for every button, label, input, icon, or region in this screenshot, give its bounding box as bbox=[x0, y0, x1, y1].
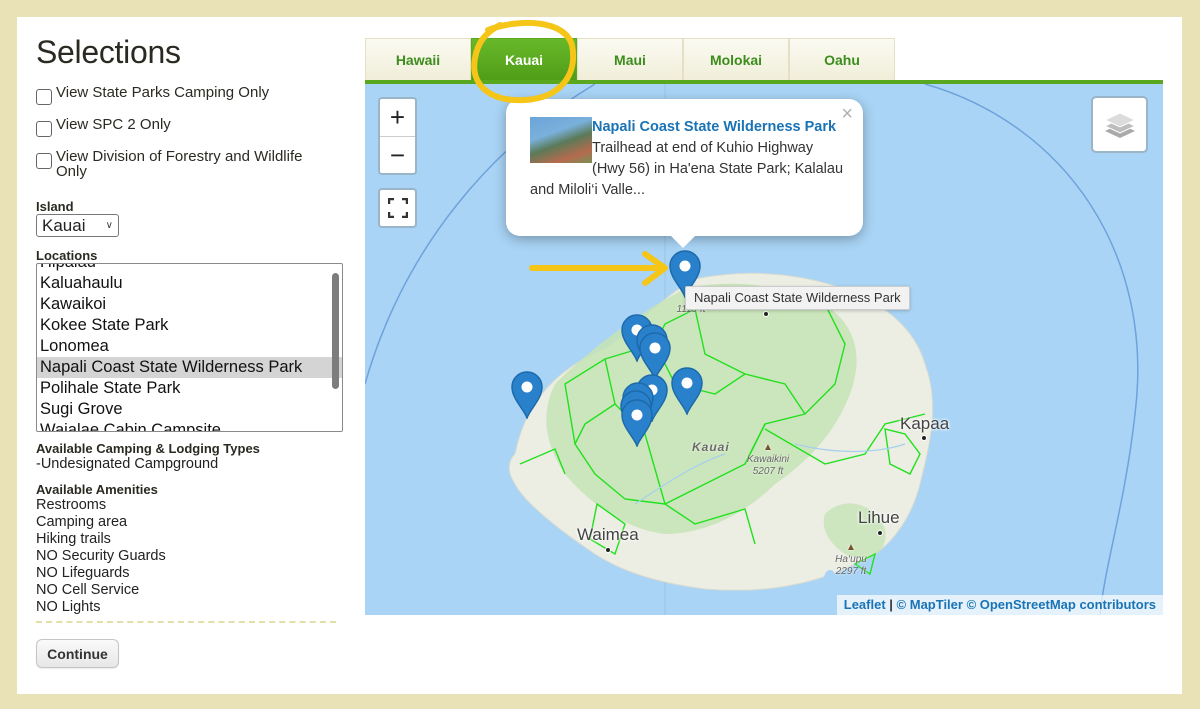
island-select[interactable]: Kauai ∨ bbox=[36, 214, 119, 237]
tab-hawaii[interactable]: Hawaii bbox=[365, 38, 471, 81]
location-option[interactable]: Kawaikoi bbox=[37, 294, 342, 315]
amenity-item: NO Security Guards bbox=[36, 548, 166, 564]
amenity-item: Camping area bbox=[36, 514, 128, 530]
peak-icon: ▲ bbox=[763, 442, 773, 453]
tab-molokai[interactable]: Molokai bbox=[683, 38, 789, 81]
amenities-label: Available Amenities bbox=[36, 482, 158, 497]
page-title: Selections bbox=[36, 34, 181, 70]
location-option[interactable]: Kokee State Park bbox=[37, 315, 342, 336]
forestry-only-checkbox[interactable] bbox=[36, 153, 52, 169]
location-option[interactable]: Kaluahaulu bbox=[37, 273, 342, 294]
location-option[interactable]: Hipalau bbox=[37, 264, 342, 273]
selections-sidebar: Selections View State Parks Camping Only… bbox=[36, 34, 346, 668]
amenity-item: NO Cell Service bbox=[36, 582, 140, 598]
location-option[interactable]: Waialae Cabin Campsite bbox=[37, 420, 342, 431]
tab-oahu[interactable]: Oahu bbox=[789, 38, 895, 81]
zoom-control: + − bbox=[378, 97, 417, 175]
leaflet-link[interactable]: Leaflet bbox=[844, 597, 886, 612]
amenity-item: Hiking trails bbox=[36, 531, 111, 547]
island-select-value: Kauai bbox=[42, 215, 86, 235]
location-option[interactable]: Lonomea bbox=[37, 336, 342, 357]
locations-scrollbar[interactable] bbox=[332, 273, 339, 389]
park-thumbnail-image bbox=[530, 117, 592, 163]
chevron-down-icon: ∨ bbox=[105, 220, 113, 231]
state-parks-only-checkbox-row[interactable]: View State Parks Camping Only bbox=[36, 85, 346, 105]
map-marker-icon[interactable] bbox=[620, 399, 654, 449]
fullscreen-icon bbox=[387, 198, 408, 218]
tab-kauai[interactable]: Kauai bbox=[471, 38, 577, 81]
forestry-only-checkbox-row[interactable]: View Division of Forestry and Wildlife O… bbox=[36, 149, 346, 179]
close-icon[interactable]: × bbox=[841, 103, 853, 126]
island-label: Island bbox=[36, 199, 74, 214]
dashed-divider bbox=[36, 621, 336, 623]
locations-label: Locations bbox=[36, 248, 98, 263]
fullscreen-button[interactable] bbox=[378, 188, 417, 228]
attribution-links[interactable]: © MapTiler © OpenStreetMap contributors bbox=[897, 597, 1156, 612]
checkbox-label: View Division of Forestry and Wildlife O… bbox=[56, 148, 303, 180]
amenity-item: NO Lights bbox=[36, 599, 101, 615]
map-marker-icon[interactable] bbox=[638, 332, 672, 382]
spc2-only-checkbox-row[interactable]: View SPC 2 Only bbox=[36, 117, 346, 137]
map-marker-icon[interactable] bbox=[510, 371, 544, 421]
peak-label-kawaikini: ▲ Kawaikini 5207 ft bbox=[743, 442, 793, 478]
peak-icon: ▲ bbox=[846, 542, 856, 553]
amenity-item: Restrooms bbox=[36, 497, 107, 513]
camping-types-label: Available Camping & Lodging Types bbox=[36, 441, 260, 456]
maritime-boundary-line bbox=[924, 84, 1139, 615]
peak-name: Kawaikini bbox=[746, 454, 790, 465]
camping-type: -Undesignated Campground bbox=[36, 456, 219, 472]
peak-elevation: 2297 ft bbox=[835, 566, 867, 577]
locations-listbox[interactable]: Hipalau Kaluahaulu Kawaikoi Kokee State … bbox=[36, 263, 343, 432]
popup-tip bbox=[670, 235, 696, 248]
marker-popup: × Napali Coast State Wilderness Park Tra… bbox=[506, 99, 863, 248]
continue-button[interactable]: Continue bbox=[36, 639, 119, 668]
map-attribution: Leaflet | © MapTiler © OpenStreetMap con… bbox=[836, 595, 1163, 615]
town-dot bbox=[877, 530, 883, 536]
spc2-only-checkbox[interactable] bbox=[36, 121, 52, 137]
state-parks-only-checkbox[interactable] bbox=[36, 89, 52, 105]
attribution-separator: | bbox=[885, 597, 897, 612]
town-dot bbox=[605, 547, 611, 553]
place-label-lihue: Lihue bbox=[858, 508, 900, 527]
location-option-selected[interactable]: Napali Coast State Wilderness Park bbox=[37, 357, 342, 378]
tab-maui[interactable]: Maui bbox=[577, 38, 683, 81]
layers-button[interactable] bbox=[1091, 96, 1148, 153]
map[interactable]: Kapaa Lihue Waimea Kauai ▲ Kawaikini 520… bbox=[365, 84, 1163, 615]
town-dot bbox=[921, 435, 927, 441]
island-tabs: Hawaii Kauai Maui Molokai Oahu bbox=[365, 38, 895, 81]
locations-list: Hipalau Kaluahaulu Kawaikoi Kokee State … bbox=[37, 264, 342, 431]
marker-tooltip: Napali Coast State Wilderness Park bbox=[685, 286, 910, 310]
checkbox-label: View State Parks Camping Only bbox=[56, 84, 270, 101]
place-label-kapaa: Kapaa bbox=[900, 414, 950, 433]
layers-icon bbox=[1103, 111, 1136, 138]
place-label-waimea: Waimea bbox=[577, 525, 639, 544]
amenity-item: NO Lifeguards bbox=[36, 565, 130, 581]
town-dot bbox=[763, 311, 769, 317]
map-marker-icon[interactable] bbox=[670, 367, 704, 417]
location-option[interactable]: Polihale State Park bbox=[37, 378, 342, 399]
peak-name: Ha‘upu bbox=[835, 554, 867, 565]
zoom-out-button[interactable]: − bbox=[380, 136, 415, 173]
peak-label-haupu: ▲ Ha‘upu 2297 ft bbox=[831, 542, 871, 578]
checkbox-label: View SPC 2 Only bbox=[56, 116, 171, 133]
region-label-kauai: Kauai bbox=[692, 440, 730, 454]
peak-elevation: 5207 ft bbox=[752, 466, 784, 477]
zoom-in-button[interactable]: + bbox=[380, 99, 415, 136]
location-option[interactable]: Sugi Grove bbox=[37, 399, 342, 420]
